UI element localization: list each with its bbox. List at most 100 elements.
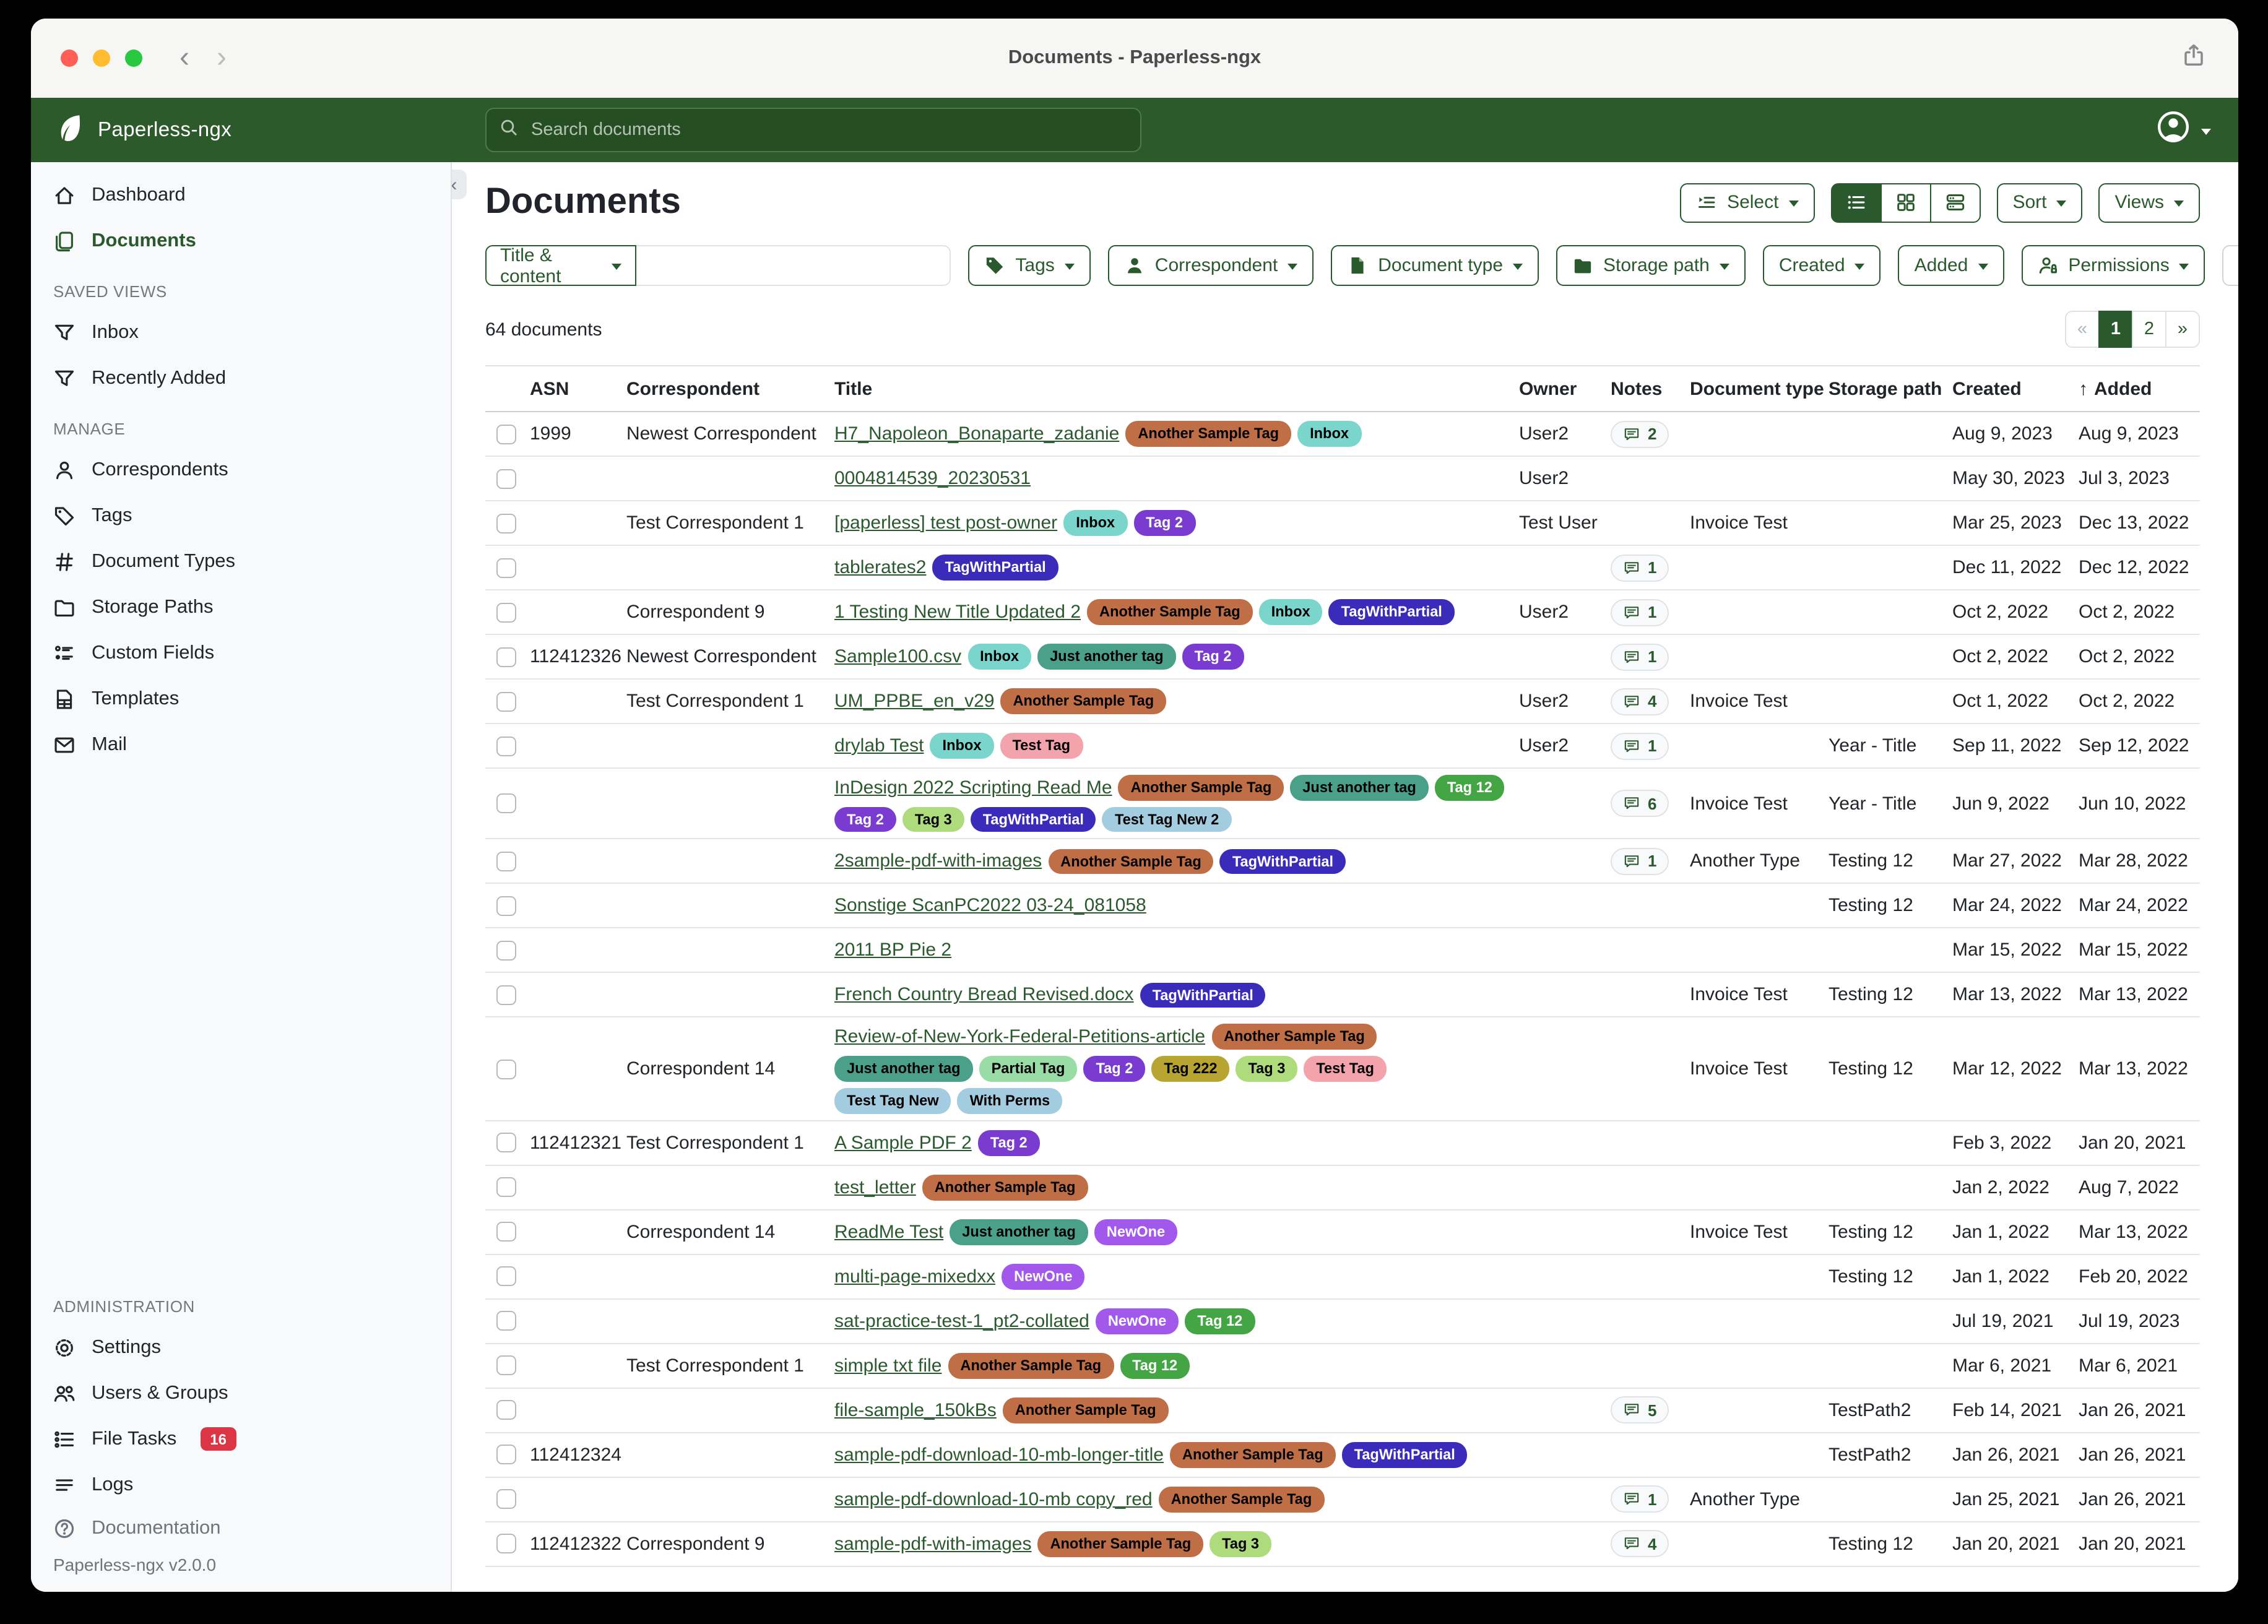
pagination-last[interactable]: »	[2165, 311, 2200, 348]
document-title-link[interactable]: simple txt file	[834, 1355, 941, 1376]
filter-storage-path[interactable]: Storage path	[1556, 245, 1746, 286]
document-title-link[interactable]: 1 Testing New Title Updated 2	[834, 602, 1081, 623]
tag-pill[interactable]: Another Sample Tag	[1159, 1487, 1325, 1512]
sidebar-item-inbox[interactable]: Inbox	[31, 309, 451, 355]
view-mode-list[interactable]	[1830, 183, 1881, 222]
sidebar-item-document-types[interactable]: Document Types	[31, 538, 451, 584]
tag-pill[interactable]: Another Sample Tag	[948, 1353, 1114, 1378]
document-title-link[interactable]: ReadMe Test	[834, 1221, 943, 1242]
notes-badge[interactable]: 1	[1611, 1485, 1669, 1513]
tag-pill[interactable]: With Perms	[958, 1088, 1063, 1113]
row-checkbox[interactable]	[496, 1133, 516, 1152]
document-title-link[interactable]: French Country Bread Revised.docx	[834, 985, 1134, 1006]
row-checkbox[interactable]	[496, 985, 516, 1005]
column-header-notes[interactable]: Notes	[1611, 378, 1690, 399]
tag-pill[interactable]: NewOne	[1002, 1264, 1084, 1289]
tag-pill[interactable]: Partial Tag	[979, 1056, 1078, 1081]
document-title-link[interactable]: test_letter	[834, 1177, 916, 1198]
pagination-first[interactable]: «	[2065, 311, 2100, 348]
document-title-link[interactable]: Sonstige ScanPC2022 03-24_081058	[834, 896, 1146, 917]
row-checkbox[interactable]	[496, 602, 516, 622]
share-icon[interactable]	[2181, 43, 2206, 74]
sidebar-item-users-groups[interactable]: Users & Groups	[31, 1370, 451, 1416]
sidebar-item-dashboard[interactable]: Dashboard	[31, 172, 451, 218]
sidebar-item-templates[interactable]: Templates	[31, 676, 451, 722]
row-checkbox[interactable]	[496, 1534, 516, 1553]
document-title-link[interactable]: [paperless] test post-owner	[834, 512, 1057, 533]
row-checkbox[interactable]	[496, 1445, 516, 1464]
tag-pill[interactable]: Just another tag	[1037, 644, 1176, 669]
tag-pill[interactable]: Just another tag	[1290, 775, 1429, 800]
tag-pill[interactable]: Inbox	[930, 733, 994, 758]
row-checkbox[interactable]	[496, 1489, 516, 1509]
filter-tags[interactable]: Tags	[968, 245, 1090, 286]
document-title-link[interactable]: drylab Test	[834, 735, 924, 756]
tag-pill[interactable]: TagWithPartial	[1220, 849, 1346, 874]
notes-badge[interactable]: 1	[1611, 598, 1669, 626]
sidebar-item-correspondents[interactable]: Correspondents	[31, 447, 451, 493]
document-title-link[interactable]: 2sample-pdf-with-images	[834, 851, 1042, 872]
column-header-created[interactable]: Created	[1952, 378, 2079, 399]
column-header-storage-path[interactable]: Storage path	[1829, 378, 1952, 399]
tag-pill[interactable]: Test Tag	[1000, 733, 1083, 758]
notes-badge[interactable]: 1	[1611, 554, 1669, 581]
column-header-document-type[interactable]: Document type	[1690, 378, 1829, 399]
tag-pill[interactable]: TagWithPartial	[1342, 1442, 1468, 1467]
tag-pill[interactable]: Another Sample Tag	[1125, 421, 1291, 446]
tag-pill[interactable]: Inbox	[1297, 421, 1361, 446]
sidebar-item-documentation[interactable]: Documentation	[31, 1508, 451, 1550]
tag-pill[interactable]: Tag 12	[1185, 1308, 1255, 1334]
tag-pill[interactable]: Just another tag	[950, 1219, 1088, 1245]
notes-badge[interactable]: 6	[1611, 790, 1669, 817]
column-header-added[interactable]: ↑Added	[2079, 378, 2200, 399]
tag-pill[interactable]: Inbox	[1259, 599, 1323, 624]
notes-badge[interactable]: 4	[1611, 1530, 1669, 1557]
row-checkbox[interactable]	[496, 1059, 516, 1079]
row-checkbox[interactable]	[496, 691, 516, 711]
filter-permissions[interactable]: Permissions	[2021, 245, 2205, 286]
notes-badge[interactable]: 1	[1611, 732, 1669, 759]
tag-pill[interactable]: Another Sample Tag	[1119, 775, 1284, 800]
tag-pill[interactable]: Tag 2	[978, 1130, 1040, 1155]
brand[interactable]: Paperless-ngx	[56, 112, 232, 148]
row-checkbox[interactable]	[496, 941, 516, 961]
notes-badge[interactable]: 4	[1611, 688, 1669, 715]
row-checkbox[interactable]	[496, 469, 516, 488]
document-title-link[interactable]: tablerates2	[834, 557, 926, 578]
tag-pill[interactable]: Tag 2	[834, 806, 896, 832]
tag-pill[interactable]: Tag 3	[1236, 1056, 1297, 1081]
notes-badge[interactable]: 5	[1611, 1396, 1669, 1423]
tag-pill[interactable]: Tag 2	[1083, 1056, 1145, 1081]
tag-pill[interactable]: Another Sample Tag	[1211, 1024, 1377, 1050]
document-title-link[interactable]: Sample100.csv	[834, 646, 961, 667]
reset-filters-button[interactable]: × Reset filters	[2223, 245, 2238, 286]
sidebar-item-documents[interactable]: Documents	[31, 218, 451, 264]
tag-pill[interactable]: Another Sample Tag	[1170, 1442, 1336, 1467]
sidebar-item-file-tasks[interactable]: File Tasks16	[31, 1416, 451, 1462]
filter-added[interactable]: Added	[1898, 245, 2004, 286]
row-checkbox[interactable]	[496, 1266, 516, 1286]
tag-pill[interactable]: Another Sample Tag	[1037, 1531, 1203, 1557]
tag-pill[interactable]: Tag 12	[1120, 1353, 1190, 1378]
row-checkbox[interactable]	[496, 793, 516, 813]
column-header-title[interactable]: Title	[834, 378, 1519, 399]
row-checkbox[interactable]	[496, 424, 516, 444]
document-title-link[interactable]: multi-page-mixedxx	[834, 1266, 995, 1287]
document-title-link[interactable]: Review-of-New-York-Federal-Petitions-art…	[834, 1027, 1205, 1048]
column-header-correspondent[interactable]: Correspondent	[626, 378, 834, 399]
sidebar-item-tags[interactable]: Tags	[31, 493, 451, 538]
pagination-page-2[interactable]: 2	[2132, 311, 2166, 348]
tag-pill[interactable]: Tag 222	[1151, 1056, 1229, 1081]
sidebar-item-custom-fields[interactable]: Custom Fields	[31, 630, 451, 676]
row-checkbox[interactable]	[496, 1400, 516, 1420]
tag-pill[interactable]: Just another tag	[834, 1056, 973, 1081]
document-title-link[interactable]: sample-pdf-download-10-mb copy_red	[834, 1488, 1153, 1510]
sort-button[interactable]: Sort	[1996, 183, 2082, 222]
filter-text-input[interactable]	[636, 245, 951, 286]
document-title-link[interactable]: 0004814539_20230531	[834, 468, 1031, 489]
row-checkbox[interactable]	[496, 513, 516, 533]
document-title-link[interactable]: sample-pdf-with-images	[834, 1533, 1031, 1554]
tag-pill[interactable]: NewOne	[1094, 1219, 1177, 1245]
filter-document-type[interactable]: Document type	[1331, 245, 1539, 286]
sidebar-item-mail[interactable]: Mail	[31, 722, 451, 767]
